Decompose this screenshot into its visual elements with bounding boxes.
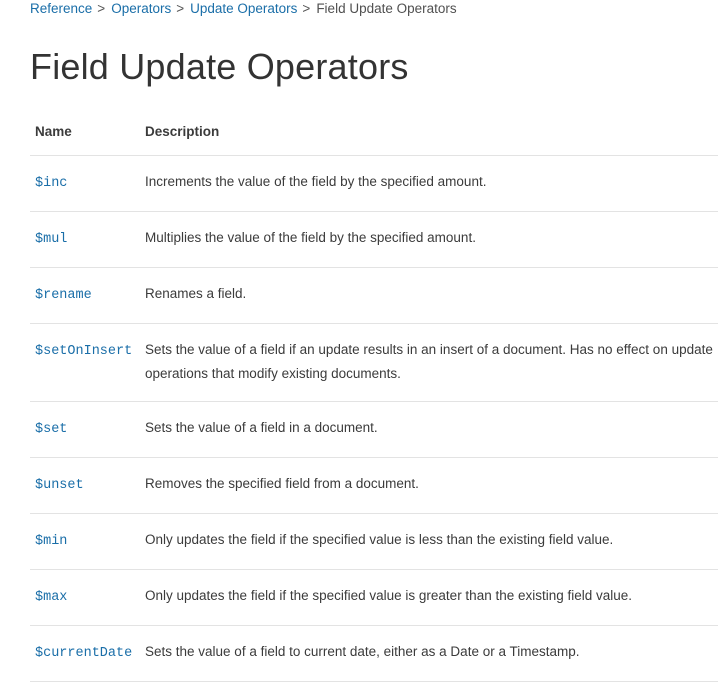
operator-link-rename[interactable]: $rename [35,284,92,308]
table-row: $rename Renames a field. [30,267,718,324]
description-cell: Sets the value of a field to current dat… [140,625,718,682]
operator-link-currentdate[interactable]: $currentDate [35,642,132,666]
operator-cell: $rename [30,267,140,324]
description-cell: Sets the value of a field if an update r… [140,323,718,402]
operator-cell: $max [30,569,140,626]
breadcrumb-link-reference[interactable]: Reference [30,1,92,16]
description-cell: Increments the value of the field by the… [140,155,718,212]
description-cell: Removes the specified field from a docum… [140,457,718,514]
breadcrumb-link-operators[interactable]: Operators [111,1,171,16]
operator-link-inc[interactable]: $inc [35,172,67,196]
operator-link-setoninsert[interactable]: $setOnInsert [35,340,132,364]
operator-link-min[interactable]: $min [35,530,67,554]
operator-link-unset[interactable]: $unset [35,474,84,498]
description-cell: Renames a field. [140,267,718,324]
description-cell: Multiplies the value of the field by the… [140,211,718,268]
breadcrumb-link-update-operators[interactable]: Update Operators [190,1,297,16]
table-header-row: Name Description [30,107,718,156]
description-cell: Only updates the field if the specified … [140,569,718,626]
description-cell: Only updates the field if the specified … [140,513,718,570]
operator-link-max[interactable]: $max [35,586,67,610]
table-row: $min Only updates the field if the speci… [30,513,718,570]
operator-link-mul[interactable]: $mul [35,228,67,252]
table-row: $unset Removes the specified field from … [30,457,718,514]
breadcrumb: Reference > Operators > Update Operators > Fie… [30,1,457,17]
table-row: $set Sets the value of a field in a docu… [30,401,718,458]
column-header-description: Description [140,107,718,156]
page-title: Field Update Operators [30,46,409,87]
column-header-name: Name [30,107,140,156]
operator-cell: $inc [30,155,140,212]
operator-link-set[interactable]: $set [35,418,67,442]
operators-table: Name Description $inc Increments the val… [30,107,718,682]
description-cell: Sets the value of a field in a document. [140,401,718,458]
breadcrumb-current: Field Update Operators [316,1,457,16]
operator-cell: $unset [30,457,140,514]
table-row: $mul Multiplies the value of the field b… [30,211,718,268]
operator-cell: $min [30,513,140,570]
operator-cell: $mul [30,211,140,268]
operator-cell: $setOnInsert [30,323,140,402]
breadcrumb-separator: > [97,1,106,16]
table-row: $inc Increments the value of the field b… [30,155,718,212]
breadcrumb-separator: > [302,1,311,16]
operator-cell: $set [30,401,140,458]
table-row: $setOnInsert Sets the value of a field i… [30,323,718,402]
table-row: $max Only updates the field if the speci… [30,569,718,626]
breadcrumb-separator: > [176,1,185,16]
table-row: $currentDate Sets the value of a field t… [30,625,718,682]
operator-cell: $currentDate [30,625,140,682]
